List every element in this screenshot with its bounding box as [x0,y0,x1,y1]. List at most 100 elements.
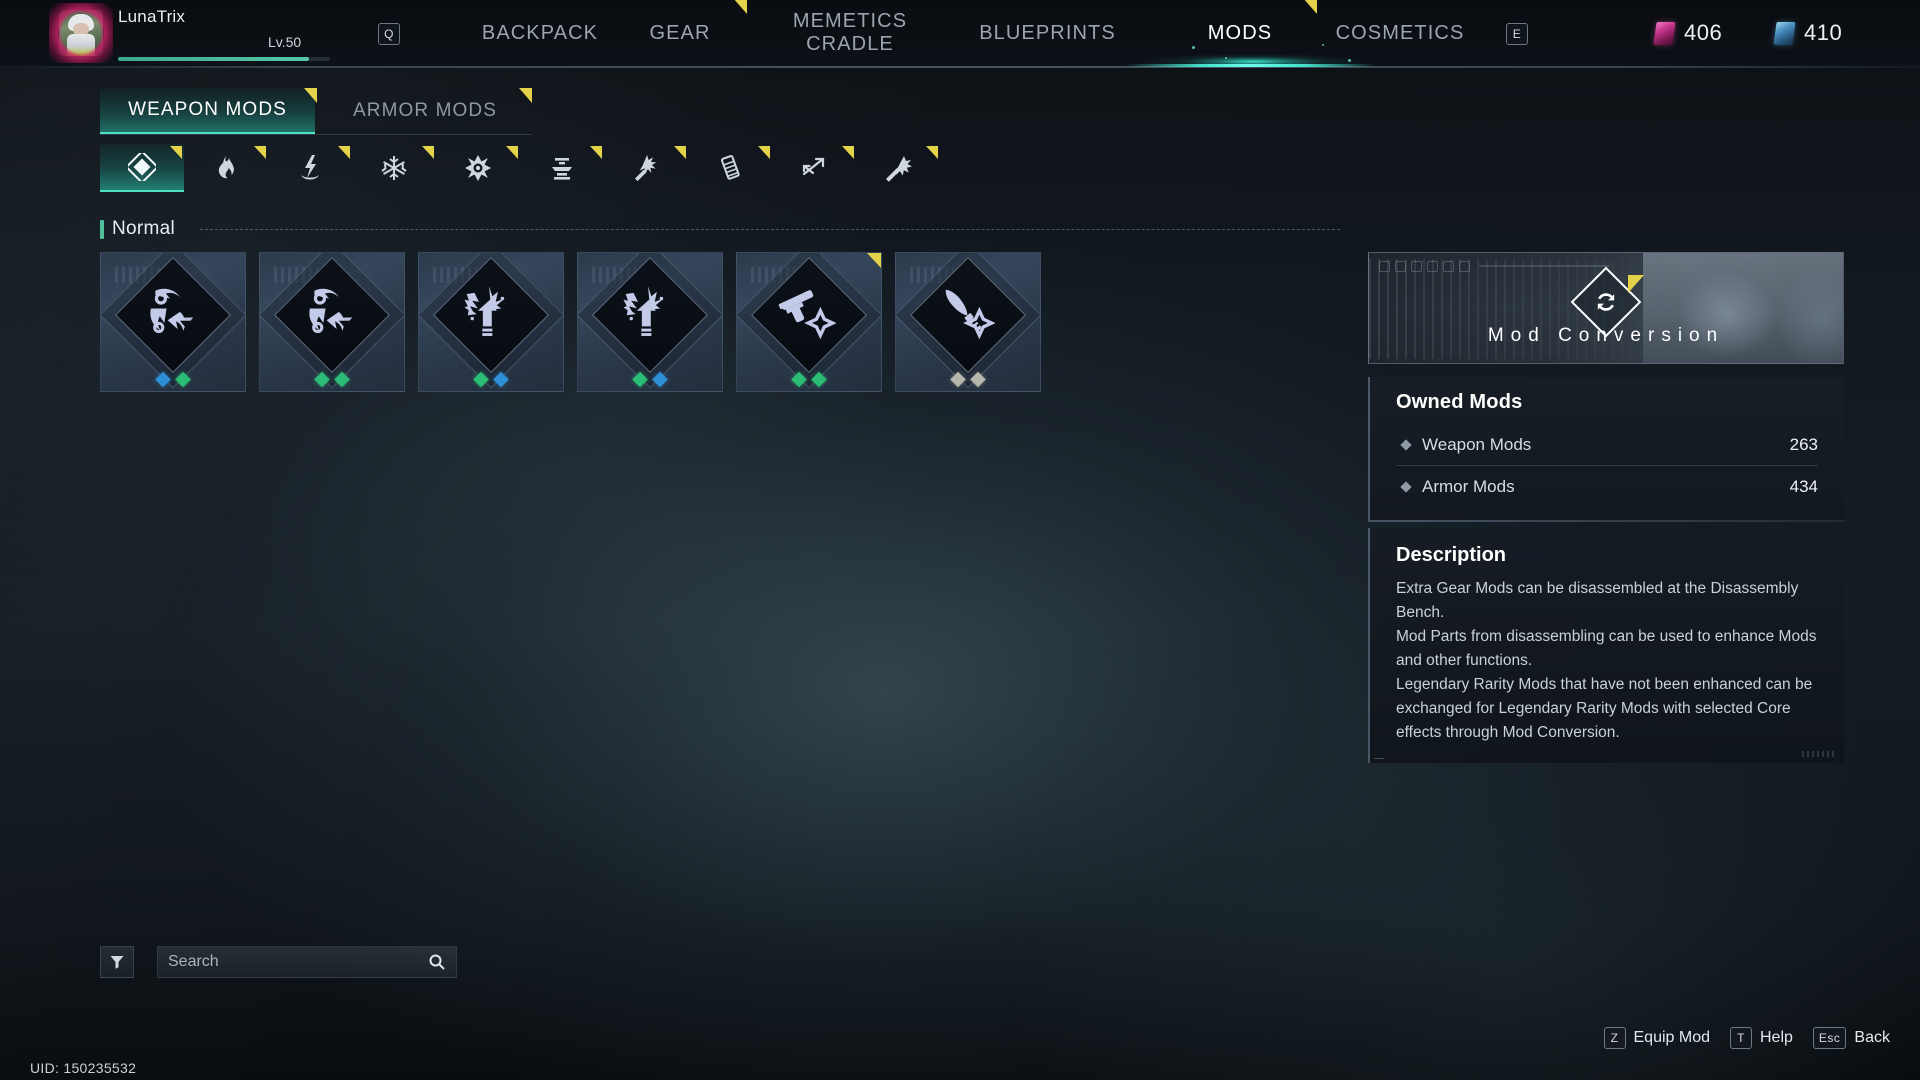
spark-particle [1348,59,1351,62]
key-hint-keycap: Esc [1812,1027,1847,1049]
section-accent-bar [100,219,104,239]
category-all-mods[interactable] [100,144,184,192]
mod-card[interactable] [736,252,882,392]
nav-tab-corner-flag [733,0,747,14]
subtab-divider [100,134,532,135]
nav-tab-backpack[interactable]: BACKPACK [460,0,620,66]
mod-gem-blue [652,371,668,388]
search-box[interactable] [157,946,457,978]
key-hint-help[interactable]: T Help [1730,1027,1793,1049]
mod-card-gems [314,371,350,388]
nav-tab-cosmetics[interactable]: COSMETICS [1240,0,1560,66]
mod-gem-blue [155,371,171,388]
nav-tab-blueprints[interactable]: BLUEPRINTS [955,0,1140,66]
mod-card[interactable] [577,252,723,392]
nav-tab-label: BACKPACK [481,21,599,44]
banner-figure-art [1643,253,1843,363]
nav-tab-label: BLUEPRINTS [979,21,1116,44]
key-hint-keycap: Z [1603,1027,1626,1049]
owned-mods-row-value: 434 [1789,477,1818,496]
owned-mods-row: Weapon Mods 263 [1396,424,1818,466]
category-lightning[interactable] [268,144,352,192]
subtab-label: WEAPON MODS [128,99,287,120]
category-anvil[interactable] [520,144,604,192]
description-line: Legendary Rarity Mods that have not been… [1396,676,1813,741]
nav-tab-gear[interactable]: GEAR [625,0,747,66]
owned-section-bottom-rule [1368,520,1844,522]
category-chaos-star[interactable] [436,144,520,192]
chaos-star-icon [465,155,491,181]
knife-star-icon [937,284,999,346]
owned-mods-row: Armor Mods 434 [1396,466,1818,508]
bullet-diamond-icon [1400,438,1412,451]
category-corner-flag [842,146,854,159]
mod-gem-green [314,371,330,388]
key-hint-keycap: T [1730,1027,1752,1049]
owned-mods-row-label: Armor Mods [1422,477,1515,496]
description-line: Mod Parts from disassembling can be used… [1396,628,1817,669]
mod-card-gems [950,371,986,388]
search-input[interactable] [168,953,428,971]
nav-tab-memetics-cradle[interactable]: MEMETICS CRADLE [760,0,940,66]
key-hint-label: Help [1760,1029,1793,1046]
filter-funnel-icon[interactable] [100,946,134,978]
subtab-weapon-mods[interactable]: WEAPON MODS [100,88,317,134]
category-magazine[interactable] [688,144,772,192]
category-corner-flag [338,146,350,159]
subtab-corner-flag [519,88,532,103]
agility-swirl-icon [142,284,204,346]
currency-blue-crystal: 410 [1773,20,1842,46]
category-flame[interactable] [184,144,268,192]
flame-icon [218,156,234,179]
category-frost[interactable] [352,144,436,192]
owned-mods-rows: Weapon Mods 263 Armor Mods 434 [1396,424,1818,508]
description-section: Description Extra Gear Mods can be disas… [1368,528,1844,763]
impact-icon [635,155,657,182]
mod-card[interactable] [259,252,405,392]
bullet-diamond-icon [1400,481,1412,493]
xp-bar-track [118,57,330,61]
player-name: LunaTrix [118,7,186,26]
mod-gem-blue [493,371,509,388]
mod-card[interactable] [895,252,1041,392]
owned-mods-section: Owned Mods Weapon Mods 263 Armor Mods 434 [1368,377,1844,520]
spark-particle [1322,44,1324,46]
all-mods-icon [128,153,156,181]
key-hint-label: Back [1854,1029,1890,1046]
description-tick-mark [1374,758,1384,759]
lightning-icon [301,155,319,180]
category-impact[interactable] [604,144,688,192]
pistol-star-icon [778,284,840,346]
arrow-cross-icon [802,157,825,176]
category-burst[interactable] [856,144,940,192]
key-hint-equip-mod[interactable]: Z Equip Mod [1603,1027,1710,1049]
avatar[interactable] [49,3,113,63]
mod-gem-green [791,371,807,388]
search-magnifier-icon[interactable] [428,953,446,971]
description-corner-mark [1802,751,1836,757]
mod-card[interactable] [418,252,564,392]
blue-crystal-icon [1773,21,1796,45]
description-line: Extra Gear Mods can be disassembled at t… [1396,580,1799,621]
key-hint-back[interactable]: Esc Back [1812,1027,1890,1049]
active-tab-underline [1125,64,1375,67]
agility-swirl-icon [301,284,363,346]
category-corner-flag [254,146,266,159]
mod-card[interactable] [100,252,246,392]
mod-conversion-banner[interactable]: Mod Conversion INFORMATION TO USE TEXT [1368,252,1844,364]
key-hint-q[interactable]: Q [378,23,400,45]
mod-gem-green [632,371,648,388]
player-level: Lv.50 [268,34,302,50]
banner-title: Mod Conversion [1487,325,1725,346]
mod-gem-gray [970,371,986,388]
owned-mods-row-label: Weapon Mods [1422,434,1532,454]
mod-gem-green [175,371,191,388]
spark-particle [1225,57,1227,59]
mod-card-gems [155,371,191,388]
banner-pip-row [1379,258,1609,274]
category-arrow-cross[interactable] [772,144,856,192]
subtab-armor-mods[interactable]: ARMOR MODS [320,88,532,134]
currency-value: 406 [1684,20,1723,45]
category-corner-flag [674,146,686,159]
description-heading: Description [1396,544,1507,566]
